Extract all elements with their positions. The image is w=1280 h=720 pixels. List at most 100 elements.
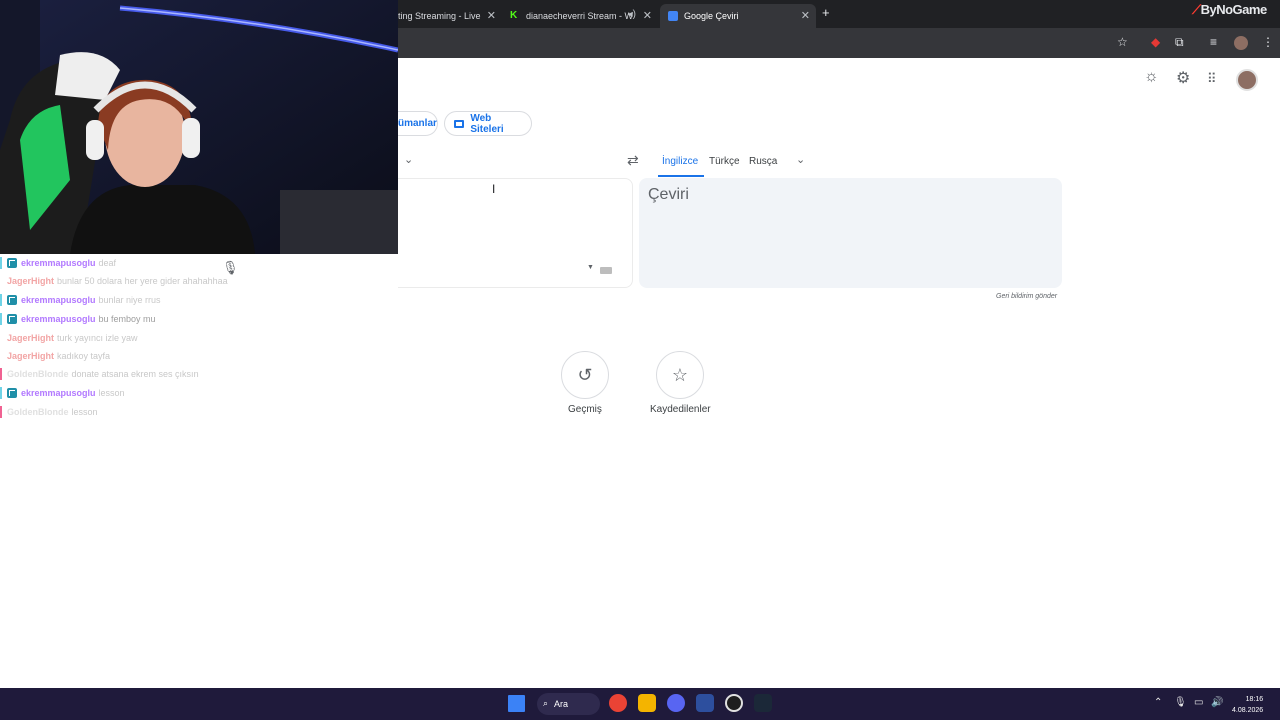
close-icon[interactable]: ✕ — [487, 9, 496, 22]
target-lang-english[interactable]: İngilizce — [662, 156, 698, 167]
apps-grid-icon[interactable]: ⠿ — [1207, 71, 1217, 87]
chip-label: Web Siteleri — [470, 112, 504, 135]
profile-avatar[interactable] — [1234, 36, 1248, 50]
chat-username: ekremmapusoglu — [21, 295, 96, 305]
tray-display-icon[interactable]: ▭ — [1194, 697, 1203, 708]
chat-username: JagerHight — [7, 351, 55, 361]
discord-icon[interactable] — [667, 694, 685, 712]
chat-bar — [0, 350, 2, 362]
theme-sun-icon[interactable]: ☼ — [1144, 68, 1159, 86]
new-tab-button[interactable]: + — [822, 5, 830, 20]
source-text-input[interactable] — [398, 178, 633, 288]
chat-bar — [0, 275, 2, 287]
chat-bar — [0, 387, 2, 399]
tray-chevron-icon[interactable]: ⌃ — [1154, 697, 1162, 708]
chat-username: ekremmapusoglu — [21, 314, 96, 324]
extension-red-icon[interactable]: ◆ — [1151, 35, 1160, 49]
windows-start-icon[interactable] — [508, 695, 525, 712]
webcam-image — [0, 0, 398, 254]
subscriber-badge-icon — [7, 258, 17, 268]
app-icon[interactable] — [696, 694, 714, 712]
history-label: Geçmiş — [568, 404, 602, 415]
swap-languages-icon[interactable]: ⇄ — [627, 152, 639, 169]
chat-bar — [0, 332, 2, 344]
more-vert-icon[interactable]: ⋮ — [1262, 35, 1274, 49]
tray-volume-icon[interactable]: 🔊 — [1211, 697, 1223, 708]
saved-label: Kaydedilenler — [650, 404, 711, 415]
tab-kick-stream[interactable]: K dianaecheverri Stream - W ◂) ✕ — [502, 4, 658, 28]
chat-text: turk yayıncı izle yaw — [57, 333, 138, 343]
chat-bar — [0, 368, 2, 380]
screen: ting Streaming - Live ✕ K dianaecheverri… — [0, 0, 1280, 720]
chat-text: bunlar niye rrus — [98, 295, 161, 305]
chat-message: ekremmapusoglu bunlar niye rrus — [0, 293, 161, 307]
clock-time: 18:16 — [1245, 696, 1264, 703]
account-avatar[interactable] — [1236, 69, 1258, 91]
subscriber-badge-icon — [7, 295, 17, 305]
tray-mic-icon[interactable]: 🎙 — [1174, 697, 1187, 708]
chat-text: lesson — [71, 407, 98, 417]
file-explorer-icon[interactable] — [638, 694, 656, 712]
chat-message: JagerHight bunlar 50 dolara her yere gid… — [0, 274, 228, 288]
chat-text: deaf — [98, 258, 117, 268]
chat-text: bunlar 50 dolara her yere gider ahahahha… — [57, 276, 228, 286]
target-lang-russian[interactable]: Rusça — [749, 156, 777, 167]
subscriber-badge-icon — [7, 314, 17, 324]
star-icon: ☆ — [671, 364, 689, 385]
chevron-down-icon[interactable]: ⌄ — [404, 153, 413, 166]
taskbar-search[interactable]: ⌕ Ara — [537, 693, 600, 715]
chat-text: donate atsana ekrem ses çıksın — [71, 369, 199, 379]
chat-bar — [0, 294, 2, 306]
chat-message: ekremmapusoglu bu femboy mu — [0, 312, 156, 326]
speaker-icon[interactable]: ◂) — [628, 9, 636, 20]
chat-message: GoldenBlonde donate atsana ekrem ses çık… — [0, 367, 199, 381]
kick-icon: K — [510, 10, 518, 21]
keyboard-icon[interactable] — [600, 267, 612, 274]
chat-text: kadıkoy tayfa — [57, 351, 111, 361]
target-lang-turkish[interactable]: Türkçe — [709, 156, 740, 167]
history-icon: ↺ — [577, 364, 593, 385]
clock-date: 4.08.2026 — [1232, 707, 1264, 714]
tab-google-translate[interactable]: Google Çeviri ✕ — [660, 4, 816, 28]
active-lang-underline — [658, 175, 704, 177]
chat-username: ekremmapusoglu — [21, 258, 96, 268]
webcam-overlay — [0, 0, 398, 254]
chat-username: GoldenBlonde — [7, 369, 69, 379]
chip-label: ümanlar — [398, 118, 437, 129]
tab-title: dianaecheverri Stream - W — [526, 11, 634, 21]
steam-icon[interactable] — [754, 694, 772, 712]
text-cursor-icon: I — [492, 182, 496, 196]
media-control-icon[interactable]: ≡ — [1210, 35, 1217, 49]
tab-streaming[interactable]: ting Streaming - Live ✕ — [390, 4, 502, 28]
chat-text: lesson — [98, 388, 125, 398]
chat-bar — [0, 313, 2, 325]
search-label: Ara — [554, 699, 569, 709]
bookmark-star-icon[interactable]: ☆ — [1117, 35, 1128, 49]
tab-title: ting Streaming - Live — [398, 11, 481, 21]
obs-icon[interactable] — [725, 694, 743, 712]
saved-button[interactable]: ☆ — [656, 351, 704, 399]
brand-logo: ⟋ByNoGame — [1192, 2, 1267, 17]
taskbar-clock[interactable]: 18:16 4.08.2026 — [1232, 694, 1263, 716]
tab-title: Google Çeviri — [684, 11, 739, 21]
chat-message: JagerHight turk yayıncı izle yaw — [0, 331, 138, 345]
search-icon: ⌕ — [543, 698, 549, 708]
chat-username: GoldenBlonde — [7, 407, 69, 417]
history-button[interactable]: ↺ — [561, 351, 609, 399]
gear-icon[interactable]: ⚙ — [1176, 68, 1190, 88]
chat-username: JagerHight — [7, 276, 55, 286]
chat-bar — [0, 406, 2, 418]
chat-message: GoldenBlonde lesson — [0, 405, 98, 419]
web-icon — [454, 119, 465, 128]
dropdown-caret-icon[interactable]: ▼ — [587, 264, 594, 271]
chat-message: JagerHight kadıkoy tayfa — [0, 349, 110, 363]
send-feedback-link[interactable]: Geri bildirim gönder — [996, 293, 1057, 300]
chrome-icon[interactable] — [609, 694, 627, 712]
close-icon[interactable]: ✕ — [643, 9, 652, 22]
extensions-icon[interactable]: ⧉ — [1175, 35, 1184, 50]
chevron-down-icon[interactable]: ⌄ — [796, 153, 805, 166]
close-icon[interactable]: ✕ — [801, 9, 810, 22]
subscriber-badge-icon — [7, 388, 17, 398]
chip-websites[interactable]: Web Siteleri — [444, 111, 532, 136]
google-translate-icon — [668, 11, 678, 21]
